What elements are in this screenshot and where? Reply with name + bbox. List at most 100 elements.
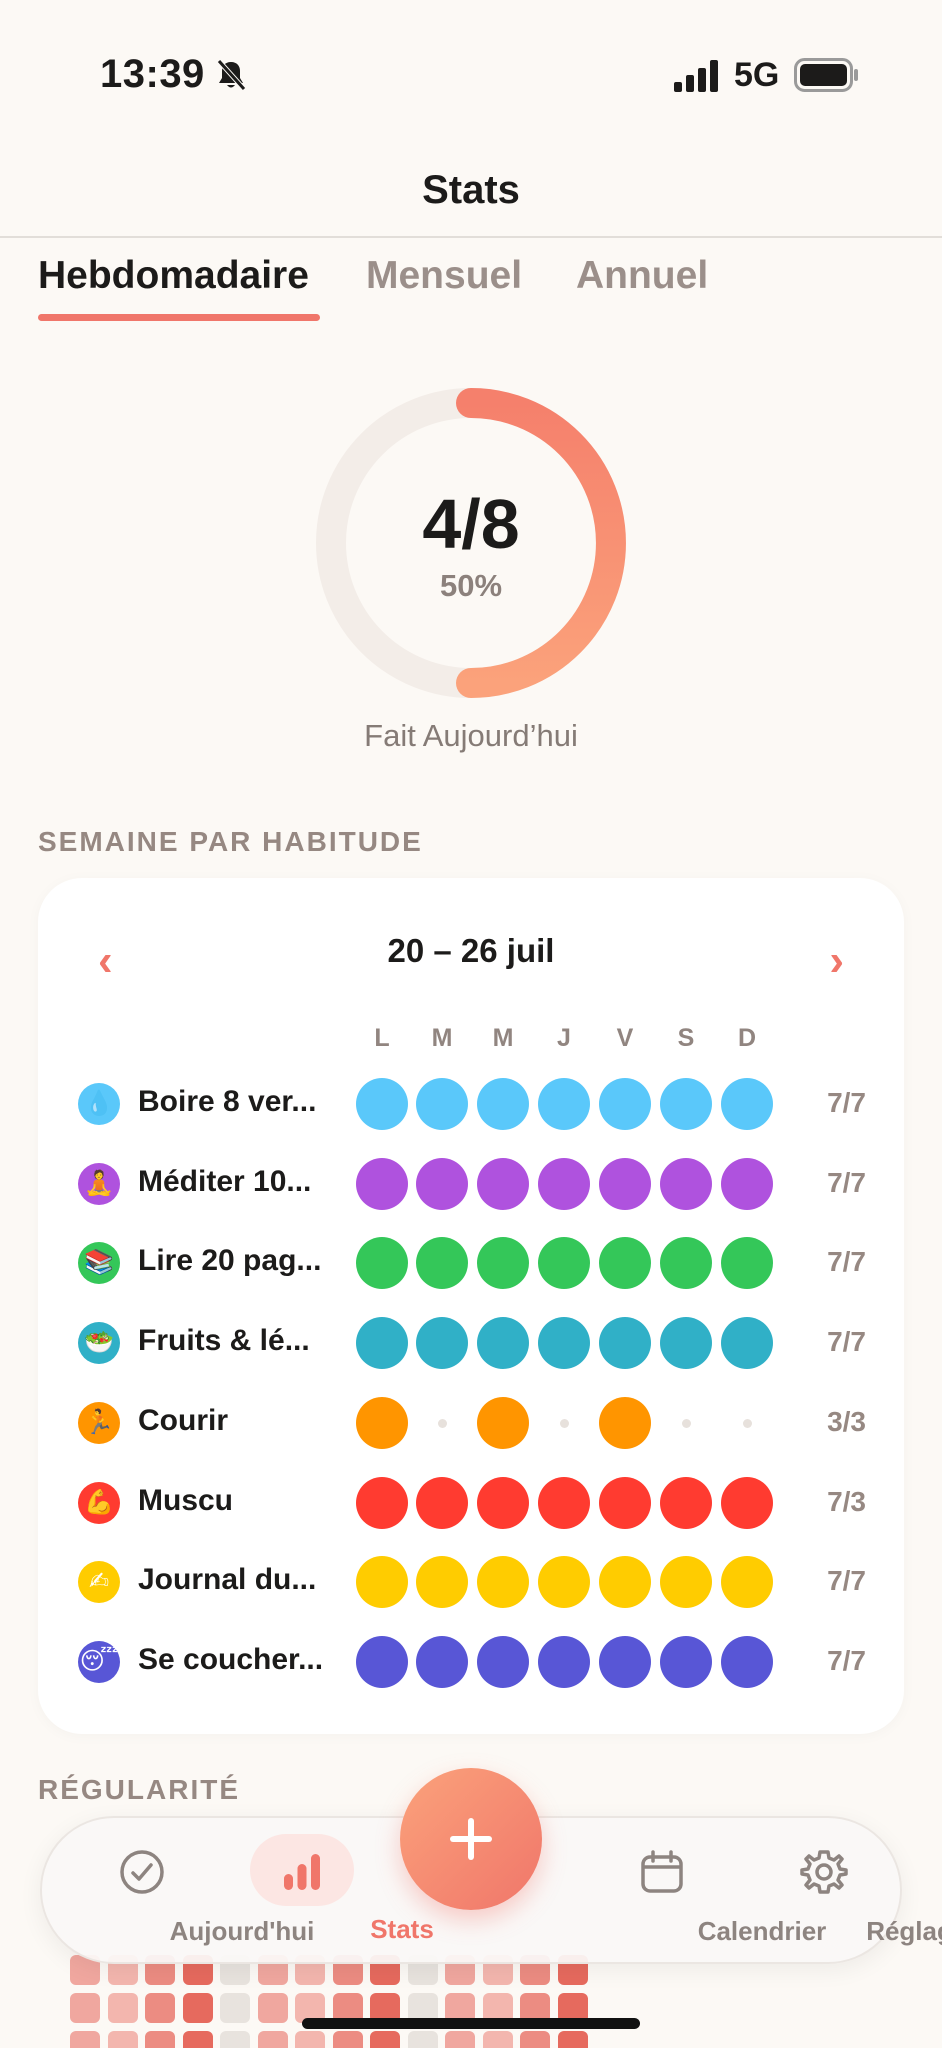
habit-row[interactable]: 💧 Boire 8 ver... 7/7 [38, 1069, 904, 1139]
day-done-dot [599, 1396, 651, 1449]
day-done-dot [721, 1317, 773, 1370]
day-done-dot [599, 1556, 651, 1609]
heatmap-cell [482, 2031, 513, 2048]
day-done-dot [538, 1476, 590, 1529]
calendar-icon [641, 1850, 683, 1893]
heatmap-cell [257, 2031, 288, 2048]
day-label: D [737, 1024, 757, 1052]
day-done-dot [477, 1556, 529, 1609]
tabbar-label-stats: Stats [370, 1914, 434, 1944]
section-label-regularity: RÉGULARITÉ [38, 1774, 240, 1805]
day-done-dot [660, 1157, 712, 1210]
tab-yearly[interactable]: Annuel [576, 254, 708, 298]
habit-count: 7/7 [827, 1565, 866, 1597]
habit-row[interactable]: 🧘 Méditer 10... 7/7 [38, 1149, 904, 1219]
next-week-button[interactable]: › [829, 936, 844, 986]
biceps-icon: 💪 [78, 1481, 120, 1524]
day-done-dot [721, 1476, 773, 1529]
day-done-dot [356, 1317, 408, 1370]
day-done-dot [538, 1078, 590, 1130]
day-done-dot [660, 1078, 712, 1130]
habit-count: 3/3 [827, 1405, 866, 1437]
day-label: V [616, 1024, 634, 1052]
heatmap-cell [445, 2031, 475, 2048]
day-done-dot [721, 1078, 773, 1130]
day-done-dot [599, 1317, 651, 1370]
day-done-dot [599, 1476, 651, 1529]
day-missed-dot [559, 1418, 569, 1428]
day-done-dot [416, 1635, 468, 1688]
home-indicator [302, 2018, 640, 2029]
add-habit-button[interactable] [400, 1768, 542, 1910]
habit-row[interactable]: 📚 Lire 20 pag... 7/7 [38, 1228, 904, 1298]
status-bar: 13:39 5G [0, 0, 942, 150]
tabbar-item-stats[interactable]: Stats [202, 1818, 434, 1966]
day-done-dot [599, 1635, 651, 1688]
heatmap-cell [182, 1993, 213, 2023]
signal-icon [674, 60, 718, 92]
day-done-dot [660, 1476, 712, 1529]
day-done-dot [416, 1317, 468, 1370]
day-label: M [431, 1024, 453, 1052]
day-label: S [677, 1024, 695, 1052]
heatmap-cell [370, 2031, 400, 2048]
habit-row[interactable]: ✍ Journal du... 7/7 [38, 1547, 904, 1617]
day-done-dot [660, 1556, 712, 1609]
weekly-habits-card: ‹ 20 – 26 juil › L M M J V S D 💧 Boire 8 ver... 7… [38, 878, 904, 1734]
day-done-dot [477, 1396, 529, 1449]
habit-name: Lire 20 pag... [138, 1244, 322, 1278]
day-label: M [492, 1024, 514, 1052]
heatmap-cell [220, 1993, 250, 2023]
habit-name: Se coucher... [138, 1642, 324, 1676]
day-done-dot [356, 1476, 408, 1529]
day-label: J [557, 1024, 571, 1052]
day-missed-dot [742, 1418, 752, 1428]
day-done-dot [356, 1078, 408, 1130]
habit-row[interactable]: 🥗 Fruits & lé... 7/7 [38, 1308, 904, 1378]
habit-row[interactable]: 😴 Se coucher... 7/7 [38, 1627, 904, 1697]
day-done-dot [356, 1635, 408, 1688]
habit-count: 7/7 [827, 1644, 866, 1676]
today-percent: 50% [439, 568, 503, 603]
tab-weekly[interactable]: Hebdomadaire [38, 254, 309, 298]
meditation-icon: 🧘 [78, 1162, 120, 1205]
week-range: 20 – 26 juil [387, 932, 555, 969]
day-done-dot [660, 1237, 712, 1290]
active-tab-indicator [38, 314, 320, 321]
tab-monthly[interactable]: Mensuel [366, 254, 522, 298]
day-done-dot [538, 1157, 590, 1210]
habit-row[interactable]: 🏃 Courir 3/3 [38, 1388, 904, 1458]
day-done-dot [538, 1556, 590, 1609]
heatmap-cell [182, 2031, 213, 2048]
heatmap-cell [407, 2031, 438, 2048]
page-title: Stats [422, 168, 520, 212]
day-label: L [374, 1024, 390, 1052]
habit-name: Courir [138, 1403, 228, 1437]
day-done-dot [356, 1556, 408, 1609]
tabbar-label-settings: Réglages [866, 1916, 942, 1946]
day-done-dot [477, 1157, 529, 1210]
heatmap-cell [520, 2031, 550, 2048]
habit-row[interactable]: 💪 Muscu 7/3 [38, 1468, 904, 1538]
day-missed-dot [437, 1418, 447, 1428]
day-done-dot [477, 1237, 529, 1290]
habit-count: 7/7 [827, 1326, 866, 1358]
habit-count: 7/7 [827, 1166, 866, 1198]
day-done-dot [538, 1635, 590, 1688]
salad-icon: 🥗 [78, 1322, 120, 1365]
today-fraction: 4/8 [422, 485, 520, 563]
day-missed-dot [681, 1418, 691, 1428]
bell-muted-icon [217, 59, 246, 91]
tabbar-item-settings[interactable]: Réglages [724, 1818, 942, 1966]
today-progress-ring: 4/8 50% [314, 386, 628, 700]
day-done-dot [599, 1078, 651, 1130]
habit-name: Méditer 10... [138, 1164, 312, 1198]
heatmap-cell [107, 2031, 138, 2048]
day-done-dot [477, 1635, 529, 1688]
day-done-dot [660, 1635, 712, 1688]
day-done-dot [356, 1157, 408, 1210]
bar-chart-icon [284, 1854, 320, 1890]
heatmap-cell [295, 2031, 325, 2048]
habit-name: Fruits & lé... [138, 1324, 310, 1358]
runner-icon: 🏃 [78, 1401, 120, 1444]
